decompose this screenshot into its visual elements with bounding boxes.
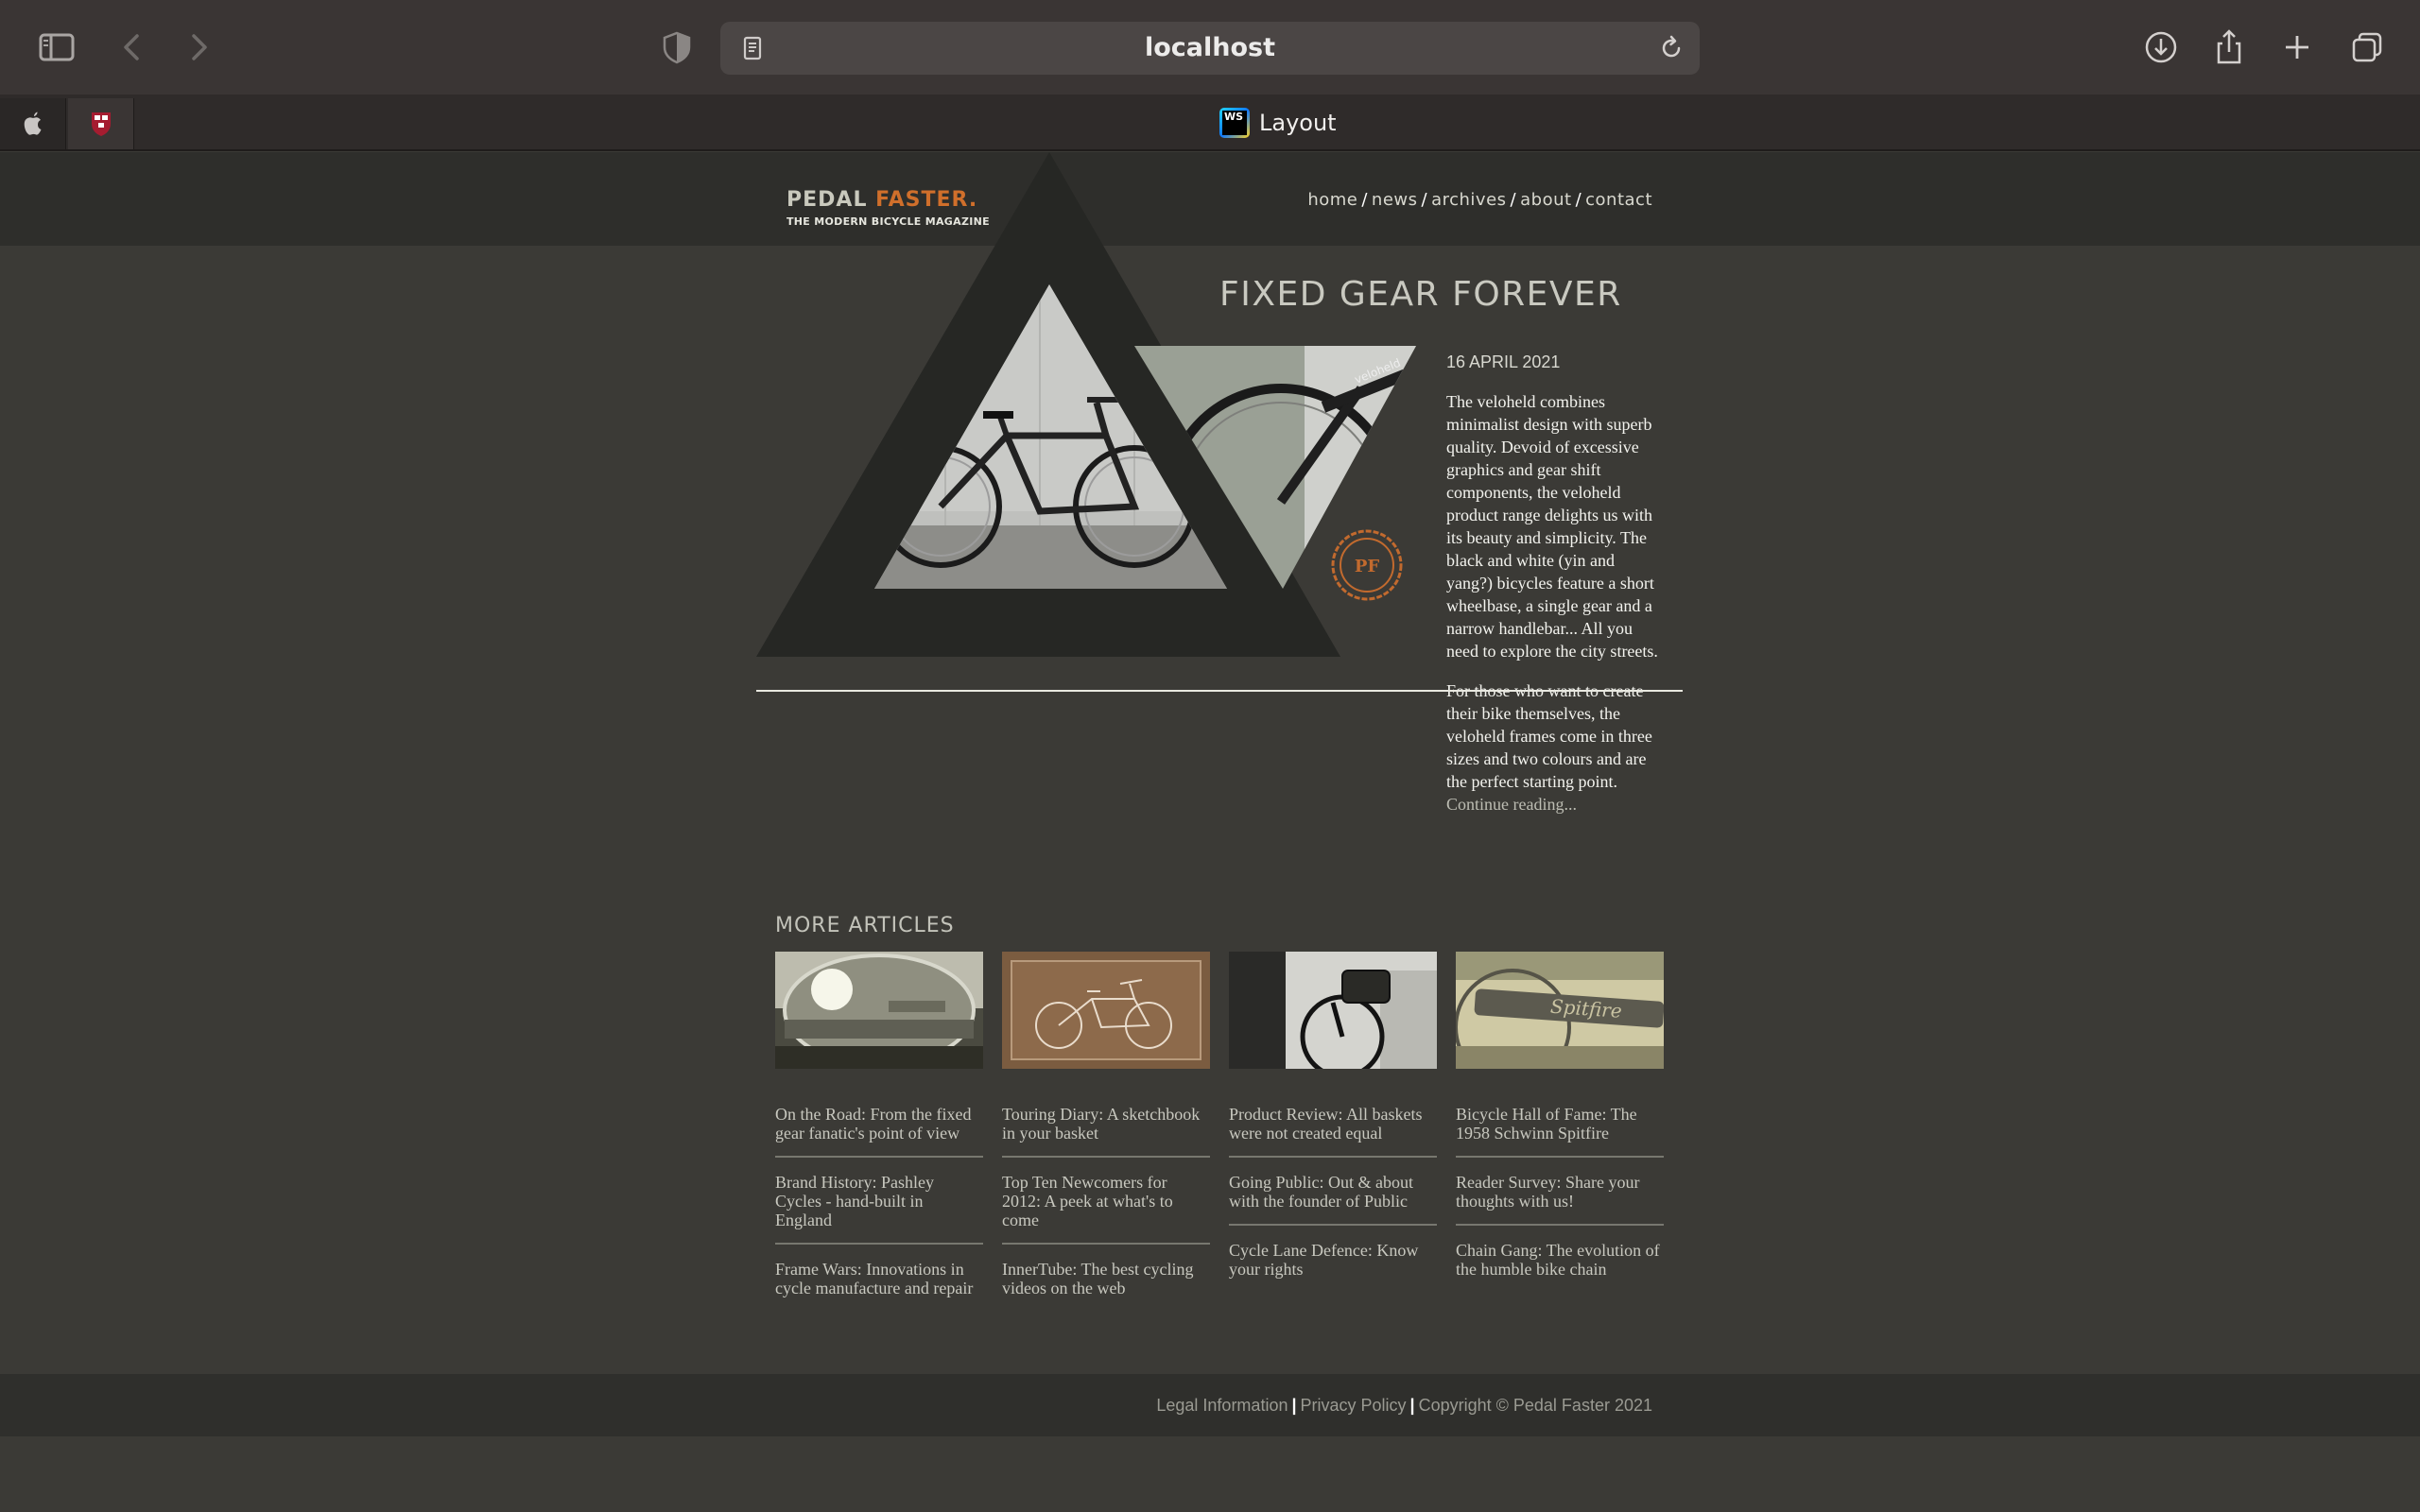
tab-label: Layout: [1259, 110, 1337, 136]
tab-overview-icon[interactable]: [2344, 25, 2390, 70]
tab-bar: WS Layout: [0, 94, 2420, 151]
article-paragraph-1: The veloheld combines minimalist design …: [1446, 392, 1658, 661]
shield-icon[interactable]: [654, 25, 700, 70]
nav-contact[interactable]: contact: [1585, 190, 1652, 210]
thumb-road-mirror[interactable]: [775, 952, 983, 1069]
article-link[interactable]: Product Review: All baskets were not cre…: [1229, 1105, 1437, 1158]
nav-archives[interactable]: archives: [1431, 190, 1506, 210]
article-column-3: Product Review: All baskets were not cre…: [1229, 952, 1437, 1307]
reload-icon[interactable]: [1656, 33, 1686, 63]
hero-triangle-graphic: veloheld PF: [756, 152, 1416, 657]
active-tab[interactable]: WS Layout: [1219, 108, 1337, 138]
article-link[interactable]: Top Ten Newcomers for 2012: A peek at wh…: [1002, 1173, 1210, 1245]
nav-about[interactable]: about: [1520, 190, 1571, 210]
crest-icon: [91, 112, 111, 136]
article-title[interactable]: FIXED GEAR FOREVER: [1219, 275, 1622, 314]
article-column-2: Touring Diary: A sketchbook in your bask…: [1002, 952, 1210, 1326]
sidebar-toggle-icon[interactable]: [34, 25, 79, 70]
article-link[interactable]: On the Road: From the fixed gear fanatic…: [775, 1105, 983, 1158]
privacy-policy-link[interactable]: Privacy Policy: [1301, 1396, 1407, 1415]
web-page: PEDAL FASTER. THE MODERN BICYCLE MAGAZIN…: [0, 152, 2420, 1512]
thumb-bike-sketch[interactable]: [1002, 952, 1210, 1069]
forward-arrow-icon[interactable]: [176, 25, 221, 70]
article-date: 16 APRIL 2021: [1446, 352, 1561, 371]
pinned-tab-crest[interactable]: [68, 98, 134, 149]
article-body: The veloheld combines minimalist design …: [1446, 390, 1658, 816]
url-text[interactable]: localhost: [720, 33, 1700, 62]
pinned-tab-apple[interactable]: [0, 98, 66, 149]
article-link[interactable]: InnerTube: The best cycling videos on th…: [1002, 1260, 1210, 1311]
copyright-text: Copyright © Pedal Faster 2021: [1418, 1396, 1652, 1415]
article-link[interactable]: Touring Diary: A sketchbook in your bask…: [1002, 1105, 1210, 1158]
pf-badge-text: PF: [1355, 557, 1380, 576]
browser-toolbar: localhost: [0, 0, 2420, 94]
download-icon[interactable]: [2138, 25, 2184, 70]
article-link[interactable]: Bicycle Hall of Fame: The 1958 Schwinn S…: [1456, 1105, 1664, 1158]
thumb-schwinn-spitfire[interactable]: Spitfire: [1456, 952, 1664, 1069]
continue-reading-link[interactable]: Continue reading...: [1446, 793, 1658, 816]
hero-divider: [756, 690, 1683, 692]
webstorm-icon: WS: [1219, 108, 1250, 138]
address-bar[interactable]: localhost: [720, 22, 1700, 75]
apple-icon: [24, 112, 41, 135]
article-column-4: Spitfire Bicycle Hall of Fame: The 1958 …: [1456, 952, 1664, 1307]
article-paragraph-2: For those who want to create their bike …: [1446, 681, 1652, 791]
article-column-1: On the Road: From the fixed gear fanatic…: [775, 952, 983, 1326]
share-icon[interactable]: [2206, 25, 2252, 70]
article-link[interactable]: Chain Gang: The evolution of the humble …: [1456, 1241, 1664, 1292]
legal-information-link[interactable]: Legal Information: [1156, 1396, 1288, 1415]
article-link[interactable]: Cycle Lane Defence: Know your rights: [1229, 1241, 1437, 1292]
back-arrow-icon[interactable]: [110, 25, 155, 70]
article-link[interactable]: Brand History: Pashley Cycles - hand-bui…: [775, 1173, 983, 1245]
site-footer: Legal Information | Privacy Policy | Copyrig…: [0, 1374, 2420, 1436]
thumb-bike-basket[interactable]: [1229, 952, 1437, 1069]
footer-links: Legal Information | Privacy Policy | Copyrig…: [1156, 1396, 1652, 1415]
article-link[interactable]: Reader Survey: Share your thoughts with …: [1456, 1173, 1664, 1226]
article-link[interactable]: Frame Wars: Innovations in cycle manufac…: [775, 1260, 983, 1311]
new-tab-plus-icon[interactable]: [2274, 25, 2320, 70]
more-articles-heading: MORE ARTICLES: [775, 914, 955, 937]
article-link[interactable]: Going Public: Out & about with the found…: [1229, 1173, 1437, 1226]
